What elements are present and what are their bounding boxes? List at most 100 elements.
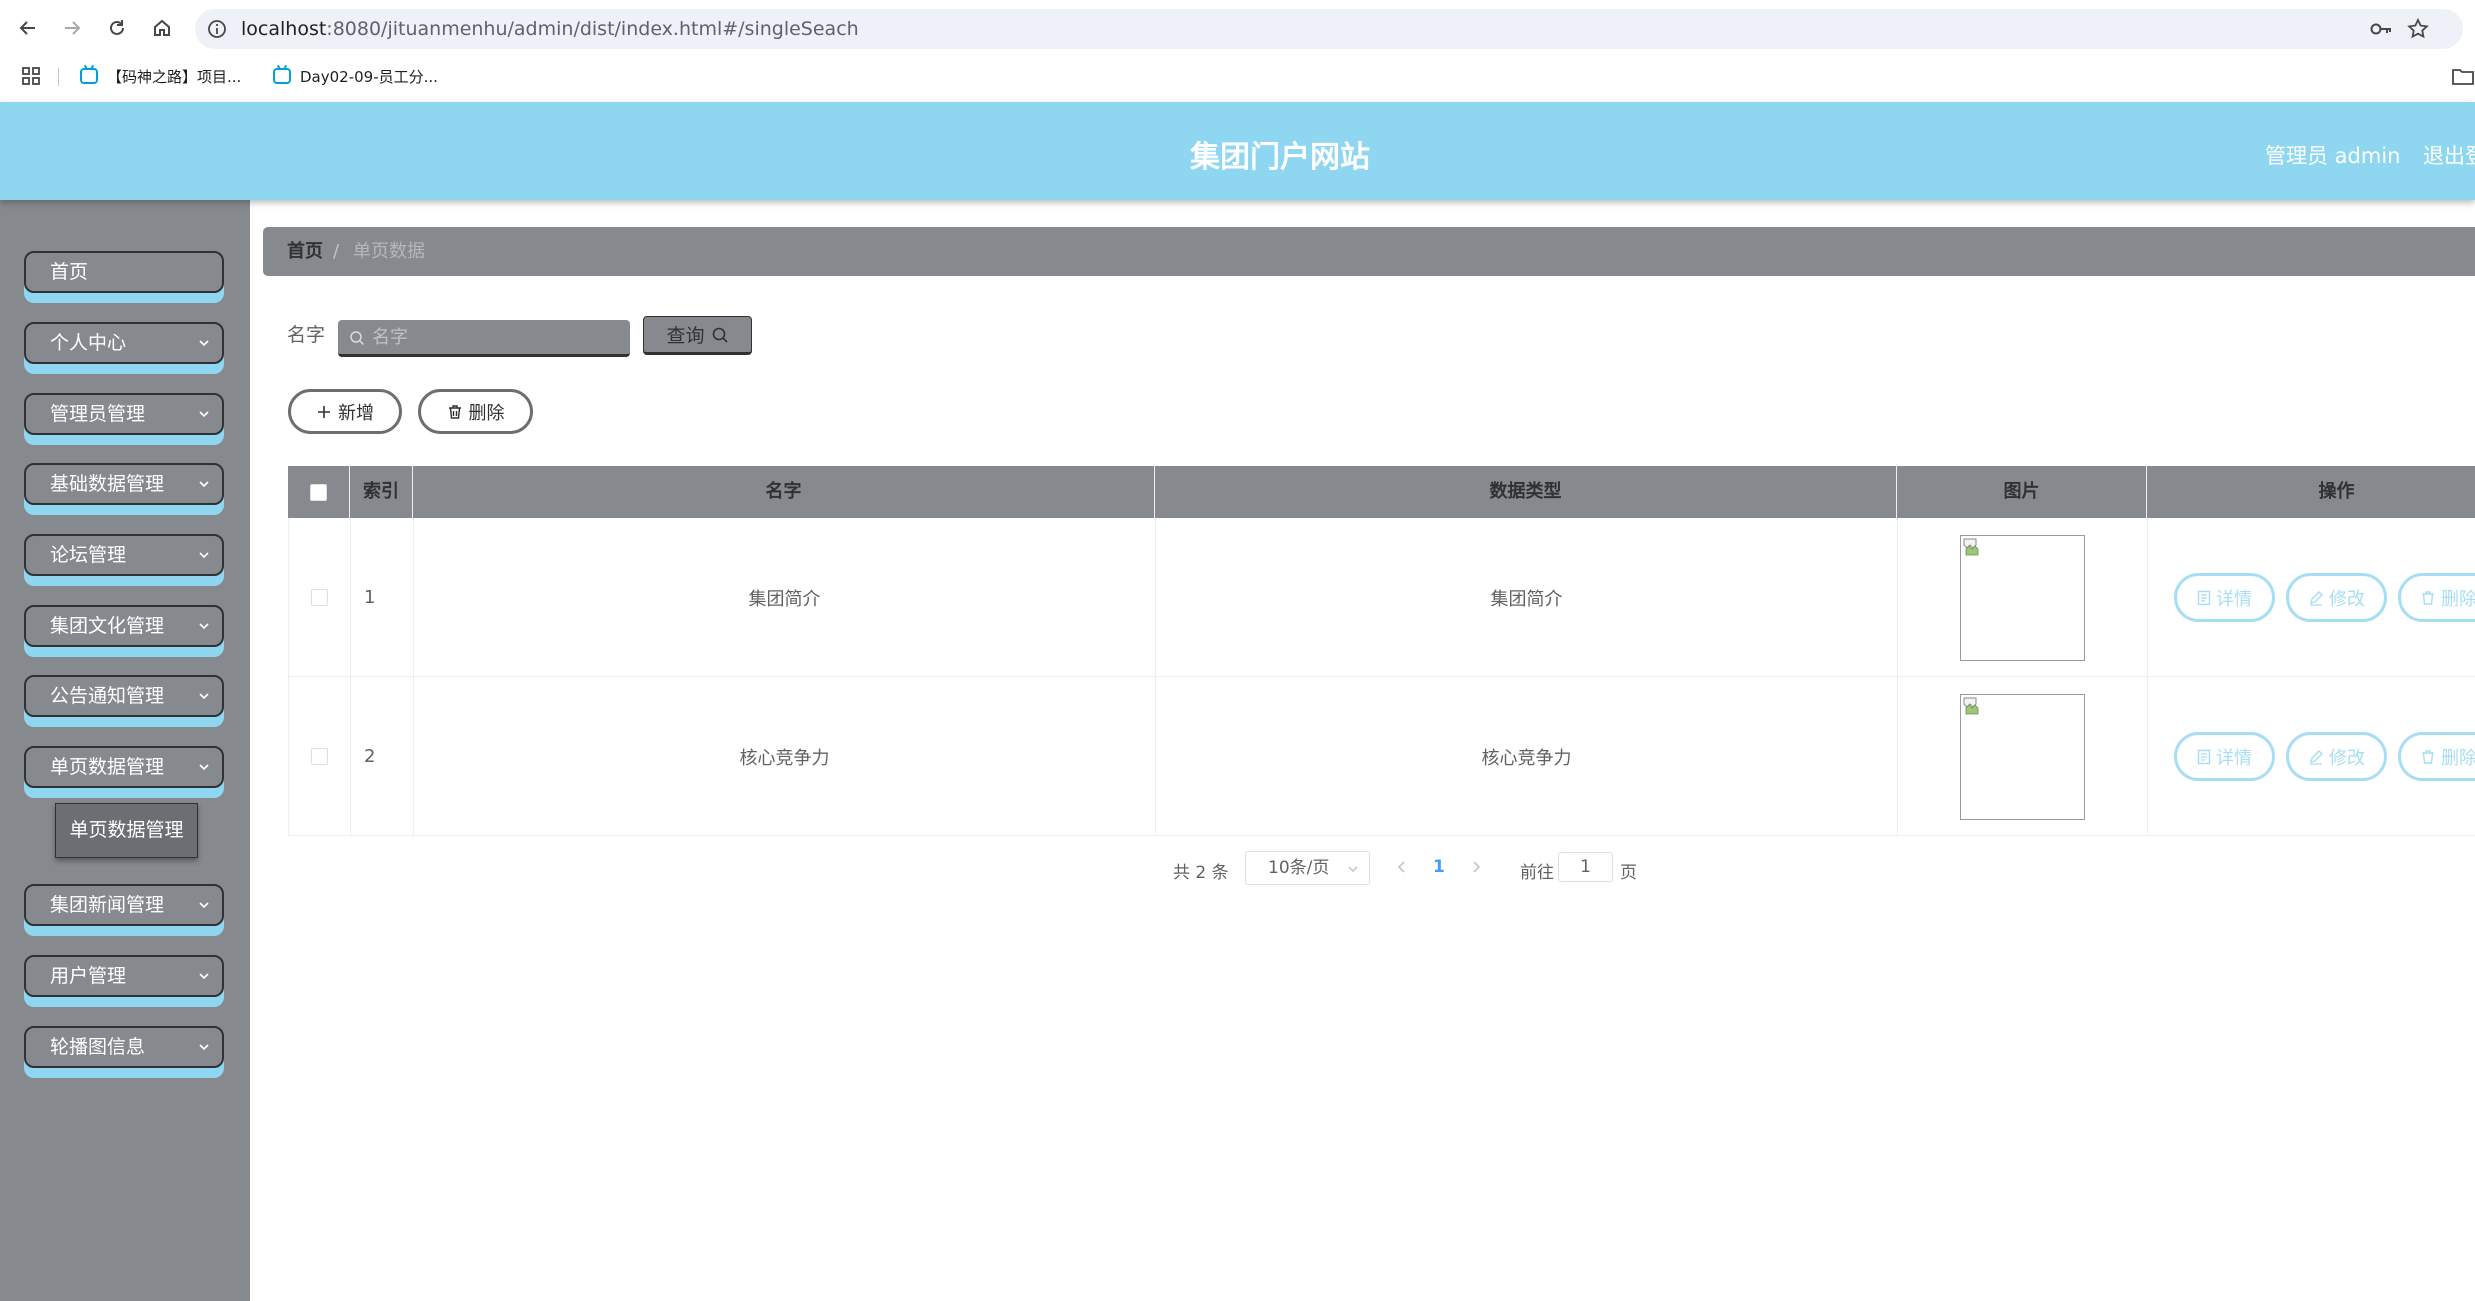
sidebar-item-carousel[interactable]: 轮播图信息 [24, 1026, 224, 1078]
back-icon[interactable] [13, 13, 43, 43]
detail-button[interactable]: 详情 [2174, 732, 2275, 781]
trash-icon [448, 404, 461, 419]
sidebar-item-single-page[interactable]: 单页数据管理 [24, 746, 224, 798]
column-header-image: 图片 [1897, 466, 2147, 518]
page-number-current[interactable]: 1 [1433, 857, 1445, 877]
index-cell: 2 [351, 677, 414, 836]
bookmark-item[interactable]: 【码神之路】项目... [80, 58, 241, 94]
edit-label: 修改 [2329, 747, 2365, 769]
goto-label: 前往 [1520, 863, 1554, 883]
detail-label: 详情 [2216, 747, 2252, 769]
column-header-actions: 操作 [2147, 466, 2475, 518]
sidebar-item-users[interactable]: 用户管理 [24, 955, 224, 1007]
select-all-checkbox[interactable] [310, 483, 327, 501]
search-icon [712, 327, 728, 343]
apps-icon[interactable] [22, 67, 40, 85]
sidebar-item-culture[interactable]: 集团文化管理 [24, 605, 224, 657]
row-checkbox[interactable] [311, 589, 328, 606]
sidebar-item-forum[interactable]: 论坛管理 [24, 534, 224, 586]
url-text: localhost:8080/jituanmenhu/admin/dist/in… [241, 18, 859, 40]
sidebar-item-label: 基础数据管理 [50, 473, 165, 495]
row-checkbox[interactable] [311, 748, 328, 765]
site-info-icon[interactable] [205, 17, 229, 41]
sidebar-item-label: 个人中心 [50, 332, 127, 354]
chevron-down-icon [199, 411, 209, 418]
row-delete-button[interactable]: 删除 [2398, 573, 2475, 622]
add-button[interactable]: 新增 [288, 389, 402, 434]
page-suffix-label: 页 [1620, 863, 1637, 883]
column-header-name: 名字 [413, 466, 1155, 518]
sidebar-item-home[interactable]: 首页 [24, 251, 224, 303]
sidebar-item-label: 论坛管理 [50, 544, 127, 566]
edit-button[interactable]: 修改 [2286, 573, 2387, 622]
type-cell: 集团简介 [1156, 518, 1898, 677]
folder-icon[interactable] [2452, 67, 2474, 85]
search-input-wrapper[interactable] [338, 320, 630, 357]
sidebar-item-admin-management[interactable]: 管理员管理 [24, 393, 224, 445]
edit-button[interactable]: 修改 [2286, 732, 2387, 781]
batch-delete-label: 删除 [468, 402, 505, 424]
sidebar-item-news[interactable]: 集团新闻管理 [24, 884, 224, 936]
actions-cell: 详情 修改 删除 [2148, 518, 2475, 677]
bilibili-icon [80, 68, 98, 84]
bookmark-label: 【码神之路】项目... [107, 67, 242, 86]
sidebar-item-label: 集团文化管理 [50, 615, 165, 637]
row-select-cell [289, 518, 351, 677]
address-bar[interactable]: localhost:8080/jituanmenhu/admin/dist/in… [195, 9, 2463, 49]
bookmarks-bar: 【码神之路】项目... Day02-09-员工分... [0, 58, 2475, 102]
admin-label: 管理员 admin [2265, 144, 2401, 168]
sidebar-item-basic-data[interactable]: 基础数据管理 [24, 463, 224, 515]
edit-icon [2310, 590, 2323, 606]
sidebar-item-label: 首页 [50, 261, 89, 283]
logout-link[interactable]: 退出登录 [2423, 140, 2475, 170]
chevron-down-icon [199, 552, 209, 559]
app-title: 集团门户网站 [1190, 140, 1370, 175]
star-icon[interactable] [2406, 17, 2430, 41]
batch-delete-button[interactable]: 删除 [418, 389, 533, 434]
table-row: 1 集团简介 集团简介 详情 修改 删除 [288, 518, 2475, 677]
search-icon [350, 331, 365, 346]
pagination-total: 共 2 条 [1173, 863, 1229, 883]
chevron-down-icon [199, 340, 209, 347]
prev-page-icon[interactable] [1396, 859, 1408, 875]
chevron-down-icon [199, 764, 209, 771]
breadcrumb-home[interactable]: 首页 [287, 227, 323, 276]
row-image[interactable] [1960, 534, 2085, 661]
column-header-type: 数据类型 [1155, 466, 1897, 518]
forward-icon[interactable] [57, 13, 87, 43]
breadcrumb: 首页 / 单页数据 [263, 227, 2475, 276]
reload-icon[interactable] [102, 13, 132, 43]
row-delete-label: 删除 [2441, 747, 2475, 769]
sidebar-item-personal-center[interactable]: 个人中心 [24, 322, 224, 374]
edit-label: 修改 [2329, 588, 2365, 610]
sidebar-item-label: 集团新闻管理 [50, 894, 165, 916]
sidebar: 首页 个人中心 管理员管理 基础数据管理 论坛管理 集团文化管理 公告通知管理 … [0, 200, 250, 1301]
goto-page-input[interactable]: 1 [1558, 852, 1613, 882]
breadcrumb-separator: / [333, 241, 340, 262]
row-select-cell [289, 677, 351, 836]
key-icon[interactable] [2369, 18, 2393, 40]
page-size-select[interactable]: 10条/页 [1245, 851, 1370, 885]
bookmark-item[interactable]: Day02-09-员工分... [273, 58, 438, 94]
image-cell [1898, 677, 2148, 836]
document-icon [2197, 590, 2211, 605]
select-all-cell [288, 466, 350, 518]
query-button[interactable]: 查询 [643, 316, 752, 355]
row-image[interactable] [1960, 693, 2085, 820]
document-icon [2197, 749, 2211, 764]
chevron-down-icon [199, 693, 209, 700]
image-cell [1898, 518, 2148, 677]
home-icon[interactable] [147, 13, 177, 43]
detail-button[interactable]: 详情 [2174, 573, 2275, 622]
table-header: 索引 名字 数据类型 图片 操作 [288, 466, 2475, 518]
search-input[interactable] [372, 320, 622, 354]
sidebar-item-announcements[interactable]: 公告通知管理 [24, 675, 224, 727]
bookmarks-separator [58, 68, 59, 86]
trash-icon [2422, 590, 2434, 605]
row-delete-button[interactable]: 删除 [2398, 732, 2475, 781]
chevron-down-icon [199, 1044, 209, 1051]
index-cell: 1 [351, 518, 414, 677]
sidebar-item-label: 单页数据管理 [50, 756, 165, 778]
type-cell: 核心竞争力 [1156, 677, 1898, 836]
next-page-icon[interactable] [1470, 859, 1482, 875]
